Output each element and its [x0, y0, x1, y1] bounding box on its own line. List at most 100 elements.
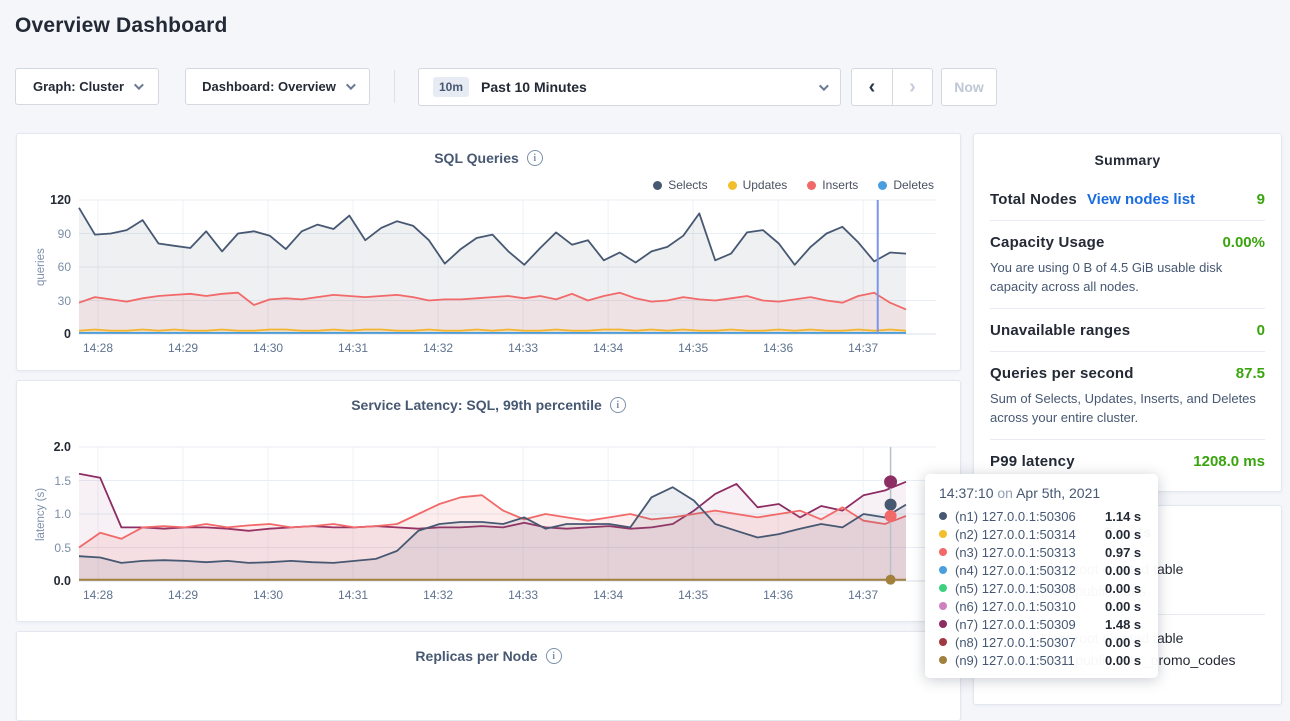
summary-stat-label: Capacity Usage — [990, 234, 1105, 251]
summary-stat-description: You are using 0 B of 4.5 GiB usable disk… — [990, 258, 1265, 296]
x-tick-label: 14:30 — [246, 588, 290, 602]
x-tick-label: 14:29 — [161, 341, 205, 355]
summary-stat-label: Unavailable ranges — [990, 322, 1130, 339]
replicas-per-node-card: Replicas per Node i — [16, 631, 961, 721]
service-latency-card: Service Latency: SQL, 99th percentile i … — [16, 380, 961, 622]
node-color-dot-icon — [939, 602, 947, 610]
summary-stat-value: 1208.0 ms — [1193, 453, 1265, 470]
summary-row: Unavailable ranges0 — [990, 309, 1265, 352]
x-tick-label: 14:36 — [756, 341, 800, 355]
x-tick-label: 14:28 — [76, 588, 120, 602]
tooltip-node-label: (n8) 127.0.0.1:50307 — [955, 635, 1105, 650]
now-button[interactable]: Now — [941, 68, 997, 106]
y-tick-label: 90 — [25, 227, 71, 241]
x-tick-label: 14:35 — [671, 588, 715, 602]
node-color-dot-icon — [939, 566, 947, 574]
y-tick-label: 2.0 — [25, 440, 71, 454]
tooltip-node-value: 1.48 s — [1105, 617, 1141, 632]
y-tick-label: 1.5 — [25, 474, 71, 488]
x-tick-label: 14:34 — [586, 588, 630, 602]
view-nodes-list-link[interactable]: View nodes list — [1087, 191, 1195, 208]
summary-row: Queries per second 87.5 Sum of Selects, Up… — [990, 352, 1265, 440]
dashboard-dropdown[interactable]: Dashboard: Overview — [185, 68, 370, 105]
x-tick-label: 14:30 — [246, 341, 290, 355]
tooltip-node-value: 0.97 s — [1105, 545, 1141, 560]
tooltip-node-value: 0.00 s — [1105, 635, 1141, 650]
tooltip-node-label: (n2) 127.0.0.1:50314 — [955, 527, 1105, 542]
sql-queries-card: SQL Queries i SelectsUpdatesInsertsDelet… — [16, 133, 961, 371]
x-tick-label: 14:35 — [671, 341, 715, 355]
time-step-buttons: ‹ › — [851, 68, 933, 106]
tooltip-timestamp: 14:37:10 on Apr 5th, 2021 — [939, 485, 1144, 501]
y-tick-label: 0.0 — [25, 574, 71, 588]
y-tick-label: 120 — [25, 193, 71, 207]
x-tick-label: 14:33 — [501, 588, 545, 602]
summary-row: Capacity Usage 0.00% You are using 0 B of … — [990, 221, 1265, 309]
x-tick-label: 14:34 — [586, 341, 630, 355]
node-color-dot-icon — [939, 584, 947, 592]
prev-time-button[interactable]: ‹ — [852, 69, 892, 105]
x-tick-label: 14:32 — [416, 341, 460, 355]
next-time-button[interactable]: › — [892, 69, 932, 105]
tooltip-node-value: 0.00 s — [1105, 653, 1141, 668]
summary-stat-value: 87.5 — [1236, 365, 1265, 382]
tooltip-row: (n6) 127.0.0.1:503100.00 s — [939, 597, 1144, 615]
x-tick-label: 14:29 — [161, 588, 205, 602]
summary-stat-label: P99 latency — [990, 453, 1075, 470]
dashboard-dropdown-label: Dashboard: Overview — [202, 79, 336, 94]
tooltip-node-label: (n7) 127.0.0.1:50309 — [955, 617, 1105, 632]
summary-title: Summary — [974, 134, 1281, 168]
summary-stat-value: 0.00% — [1222, 234, 1265, 251]
graph-dropdown[interactable]: Graph: Cluster — [15, 68, 159, 105]
node-color-dot-icon — [939, 638, 947, 646]
x-tick-label: 14:37 — [841, 341, 885, 355]
tooltip-rows: (n1) 127.0.0.1:503061.14 s(n2) 127.0.0.1… — [939, 507, 1144, 669]
info-icon[interactable]: i — [546, 648, 562, 664]
toolbar-divider — [394, 70, 395, 103]
node-color-dot-icon — [939, 656, 947, 664]
tooltip-row: (n4) 127.0.0.1:503120.00 s — [939, 561, 1144, 579]
tooltip-node-value: 0.00 s — [1105, 527, 1141, 542]
tooltip-row: (n5) 127.0.0.1:503080.00 s — [939, 579, 1144, 597]
summary-stat-label: Total Nodes — [990, 191, 1077, 208]
y-tick-label: 60 — [25, 260, 71, 274]
overview-dashboard-page: Overview Dashboard Graph: Cluster Dashbo… — [0, 0, 1290, 689]
x-tick-label: 14:37 — [841, 588, 885, 602]
x-tick-label: 14:36 — [756, 588, 800, 602]
summary-stats: Total NodesView nodes list9Capacity Usag… — [974, 168, 1281, 482]
x-tick-label: 14:33 — [501, 341, 545, 355]
tooltip-node-label: (n1) 127.0.0.1:50306 — [955, 509, 1105, 524]
service-latency-chart[interactable]: latency (s) 0.00.51.01.52.014:2814:2914:… — [17, 381, 960, 621]
x-tick-label: 14:28 — [76, 341, 120, 355]
node-color-dot-icon — [939, 620, 947, 628]
tooltip-node-value: 0.00 s — [1105, 563, 1141, 578]
tooltip-row: (n2) 127.0.0.1:503140.00 s — [939, 525, 1144, 543]
y-tick-label: 0 — [25, 327, 71, 341]
y-tick-label: 1.0 — [25, 507, 71, 521]
tooltip-node-value: 0.00 s — [1105, 581, 1141, 596]
time-range-label: Past 10 Minutes — [481, 79, 807, 95]
chart-hover-tooltip: 14:37:10 on Apr 5th, 2021 (n1) 127.0.0.1… — [925, 474, 1158, 678]
tooltip-node-label: (n6) 127.0.0.1:50310 — [955, 599, 1105, 614]
summary-stat-label: Queries per second — [990, 365, 1134, 382]
tooltip-node-value: 1.14 s — [1105, 509, 1141, 524]
page-title: Overview Dashboard — [15, 14, 228, 38]
chevron-down-icon — [134, 80, 144, 90]
tooltip-node-label: (n9) 127.0.0.1:50311 — [955, 653, 1105, 668]
time-range-dropdown[interactable]: 10m Past 10 Minutes — [418, 68, 841, 106]
x-tick-label: 14:31 — [331, 341, 375, 355]
chevron-down-icon — [819, 81, 829, 91]
tooltip-row: (n3) 127.0.0.1:503130.97 s — [939, 543, 1144, 561]
tooltip-node-value: 0.00 s — [1105, 599, 1141, 614]
tooltip-row: (n1) 127.0.0.1:503061.14 s — [939, 507, 1144, 525]
tooltip-node-label: (n5) 127.0.0.1:50308 — [955, 581, 1105, 596]
replicas-chart-title: Replicas per Node — [415, 648, 537, 664]
tooltip-row: (n8) 127.0.0.1:503070.00 s — [939, 633, 1144, 651]
summary-panel: Summary Total NodesView nodes list9Capac… — [973, 133, 1282, 492]
node-color-dot-icon — [939, 548, 947, 556]
summary-stat-description: Sum of Selects, Updates, Inserts, and De… — [990, 389, 1265, 427]
y-tick-label: 0.5 — [25, 541, 71, 555]
tooltip-node-label: (n4) 127.0.0.1:50312 — [955, 563, 1105, 578]
x-tick-label: 14:32 — [416, 588, 460, 602]
sql-queries-chart[interactable]: queries 030609012014:2814:2914:3014:3114… — [17, 134, 960, 370]
